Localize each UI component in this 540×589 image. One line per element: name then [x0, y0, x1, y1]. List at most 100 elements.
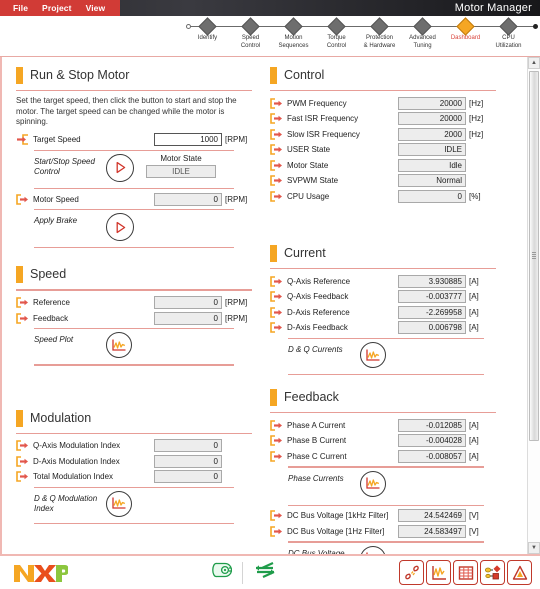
menu-item-file[interactable]: File — [6, 0, 35, 16]
output-arrow-icon — [16, 455, 30, 467]
step-dashboard[interactable]: Dashboard — [444, 16, 487, 43]
oscilloscope-probe-icon[interactable] — [399, 560, 424, 585]
output-arrow-icon — [270, 435, 284, 447]
phase-currents-plot-button[interactable] — [360, 470, 386, 497]
step-identify[interactable]: Identify — [186, 16, 229, 43]
step-diamond-icon — [198, 17, 217, 36]
speed-plot-button[interactable] — [106, 332, 132, 359]
row-value: 0 — [154, 439, 222, 453]
row-value: 24.542469 — [398, 509, 466, 523]
row-fast-isr-frequency: Fast ISR Frequency 20000 [Hz] — [270, 112, 496, 126]
row-label: USER State — [287, 145, 331, 155]
row-divider — [288, 541, 484, 543]
row-d-axis-modulation-index: D-Axis Modulation Index 0 — [16, 454, 252, 468]
motor-state-caption: Motor State — [160, 153, 202, 163]
statusbar-middle — [68, 560, 399, 585]
row-label: Phase A Current — [287, 420, 346, 430]
row-divider — [34, 149, 234, 151]
titlebar-spacer — [120, 0, 455, 16]
connection-icon[interactable] — [253, 560, 277, 585]
target-speed-input[interactable]: 1000 — [154, 133, 222, 147]
row-motor-speed: Motor Speed 0 [RPM] — [16, 192, 252, 206]
output-arrow-icon — [270, 97, 284, 109]
row-unit: [RPM] — [225, 194, 248, 204]
start-stop-button[interactable] — [106, 153, 134, 182]
section-accent-bar — [16, 409, 23, 427]
row-unit: [%] — [469, 191, 481, 201]
modulation-plot-label: D & Q Modulation Index — [34, 493, 98, 513]
right-column: Control PWM Frequency 20000 [Hz] Fast IS… — [260, 57, 512, 554]
row-value: 20000 — [398, 112, 466, 126]
play-icon — [116, 221, 125, 233]
table-grid-icon[interactable] — [453, 560, 478, 585]
section-header: Modulation — [16, 409, 252, 429]
row-unit: [RPM] — [225, 135, 248, 145]
row-pwm-frequency: PWM Frequency 20000 [Hz] — [270, 96, 496, 110]
output-arrow-icon — [270, 190, 284, 202]
control-page-icon[interactable] — [507, 560, 532, 585]
section-divider — [270, 412, 496, 414]
row-phase-b-current: Phase B Current -0.004028 [A] — [270, 434, 496, 448]
row-label: Q-Axis Modulation Index — [33, 441, 121, 451]
motor-manager-window: File Project View Motor Manager Identify… — [0, 0, 540, 589]
row-unit: [V] — [469, 526, 479, 536]
row-cpu-usage: CPU Usage 0 [%] — [270, 189, 496, 203]
row-value: 3.930885 — [398, 274, 466, 288]
section-header: Speed — [16, 266, 252, 285]
section-accent-bar — [16, 67, 23, 84]
output-arrow-icon — [270, 526, 284, 537]
step-label: Advanced Tuning — [409, 35, 436, 49]
step-diamond-icon — [413, 17, 432, 36]
scroll-down-button[interactable]: ▼ — [528, 542, 540, 554]
step-torque-control[interactable]: Torque Control — [315, 16, 358, 50]
section-accent-bar — [270, 245, 277, 263]
output-arrow-icon — [270, 510, 284, 522]
row-value: -0.003777 — [398, 290, 466, 304]
row-user-state: USER State IDLE — [270, 143, 496, 157]
row-label: DC Bus Voltage [1kHz Filter] — [287, 511, 389, 521]
row-label: Motor State — [287, 160, 329, 170]
dq-currents-plot-button[interactable] — [360, 342, 386, 369]
motor-icon[interactable] — [210, 560, 233, 585]
scrollbar-track[interactable] — [528, 69, 540, 542]
row-unit: [A] — [469, 276, 479, 286]
motor-state-display: Motor State IDLE — [146, 154, 216, 178]
step-label: Speed Control — [240, 35, 261, 49]
section-accent-bar — [16, 266, 23, 284]
dc-bus-voltage-plot-button[interactable] — [360, 545, 386, 554]
blocks-diagram-icon[interactable] — [480, 560, 505, 585]
scrollbar-thumb[interactable] — [529, 71, 539, 441]
step-motion-sequences[interactable]: Motion Sequences — [272, 16, 315, 50]
step-diamond-icon — [456, 17, 475, 36]
section-header: Control — [270, 67, 496, 86]
row-unit: [A] — [469, 451, 479, 461]
row-value: -0.004028 — [398, 434, 466, 448]
step-diamond-icon — [499, 17, 518, 36]
step-protection-hardware[interactable]: Protection & Hardware — [358, 16, 401, 50]
statusbar — [0, 554, 540, 589]
plot-icon — [112, 497, 126, 510]
menu-item-project[interactable]: Project — [35, 0, 79, 16]
waveform-icon[interactable] — [426, 560, 451, 585]
apply-brake-button[interactable] — [106, 213, 134, 242]
row-phase-a-current: Phase A Current -0.012085 [A] — [270, 418, 496, 432]
step-speed-control[interactable]: Speed Control — [229, 16, 272, 50]
row-q-axis-feedback: Q-Axis Feedback -0.003777 [A] — [270, 290, 496, 304]
output-arrow-icon — [270, 307, 284, 318]
output-arrow-icon — [16, 193, 30, 205]
play-icon — [116, 162, 125, 174]
row-unit: [A] — [469, 307, 479, 317]
row-d-axis-reference: D-Axis Reference -2.269958 [A] — [270, 305, 496, 319]
step-advanced-tuning[interactable]: Advanced Tuning — [401, 16, 444, 50]
menu-item-view[interactable]: View — [79, 0, 113, 16]
scroll-up-button[interactable]: ▲ — [528, 57, 540, 69]
step-cpu-utilization[interactable]: CPU Utilization — [487, 16, 530, 50]
row-label: PWM Frequency — [287, 98, 347, 108]
phase-currents-plot-row: Phase Currents — [288, 470, 496, 497]
dc-bus-voltage-plot-label: DC Bus Voltage — [288, 548, 345, 555]
modulation-plot-button[interactable] — [106, 490, 132, 517]
section-divider — [270, 90, 496, 92]
output-arrow-icon — [16, 312, 30, 324]
row-label: DC Bus Voltage [1Hz Filter] — [287, 526, 385, 536]
vertical-scrollbar[interactable]: ▲ ▼ — [527, 57, 540, 554]
